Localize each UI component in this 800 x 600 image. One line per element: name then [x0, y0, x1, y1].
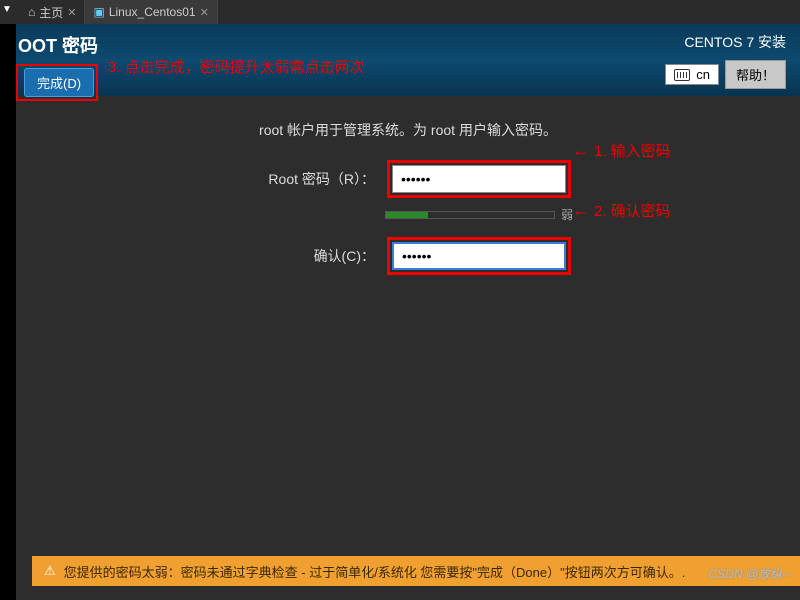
confirm-password-input[interactable] [392, 242, 566, 270]
vm-tab-bar: ⌂ 主页 ✕ ▣ Linux_Centos01 ✕ [0, 0, 800, 24]
done-button[interactable]: 完成(D) [24, 68, 94, 97]
strength-bar [385, 211, 555, 219]
warning-icon: ⚠ [44, 563, 56, 579]
warning-text: 您提供的密码太弱：密码未通过字典检查 - 过于简单化/系统化 您需要按"完成（D… [64, 562, 686, 581]
keyboard-selector[interactable]: cn [665, 64, 719, 85]
install-title: CENTOS 7 安装 [684, 32, 786, 52]
confirm-password-highlight [387, 237, 571, 275]
vm-icon: ▣ [93, 5, 104, 19]
page-title: OOT 密码 [18, 32, 98, 58]
tab-home[interactable]: ⌂ 主页 ✕ [20, 0, 85, 24]
tab-home-label: 主页 [39, 4, 63, 21]
close-icon[interactable]: ✕ [67, 6, 76, 19]
dropdown-icon[interactable]: ▼ [2, 4, 12, 15]
root-password-label: Root 密码（R）： [245, 169, 375, 189]
home-icon: ⌂ [28, 5, 35, 19]
annotation-confirm: ← 2. 确认密码 [572, 200, 671, 221]
close-icon[interactable]: ✕ [200, 6, 209, 19]
tab-vm-label: Linux_Centos01 [109, 5, 196, 19]
description-text: root 帐户用于管理系统。为 root 用户输入密码。 [56, 120, 760, 140]
help-button[interactable]: 帮助！ [725, 60, 786, 89]
keyboard-label: cn [696, 67, 710, 82]
arrow-icon: ← [572, 140, 590, 161]
annotation-done: 3. 点击完成，密码提升太弱需点击两次 [108, 56, 365, 77]
keyboard-icon [674, 69, 690, 81]
watermark: CSDN @放纵-- [708, 565, 790, 582]
content-area: root 帐户用于管理系统。为 root 用户输入密码。 Root 密码（R）：… [16, 96, 800, 307]
confirm-password-label: 确认(C)： [245, 246, 375, 266]
root-password-row: Root 密码（R）： [56, 160, 760, 198]
warning-bar: ⚠ 您提供的密码太弱：密码未通过字典检查 - 过于简单化/系统化 您需要按"完成… [32, 556, 800, 586]
root-password-input[interactable] [392, 165, 566, 193]
annotation-password: ← 1. 输入密码 [572, 140, 671, 161]
tab-vm[interactable]: ▣ Linux_Centos01 ✕ [85, 0, 217, 24]
confirm-password-row: 确认(C)： [56, 237, 760, 275]
left-border [0, 24, 16, 600]
installer-window: OOT 密码 完成(D) CENTOS 7 安装 cn 帮助！ root 帐户用… [16, 24, 800, 600]
root-password-highlight [387, 160, 571, 198]
arrow-icon: ← [572, 200, 590, 221]
